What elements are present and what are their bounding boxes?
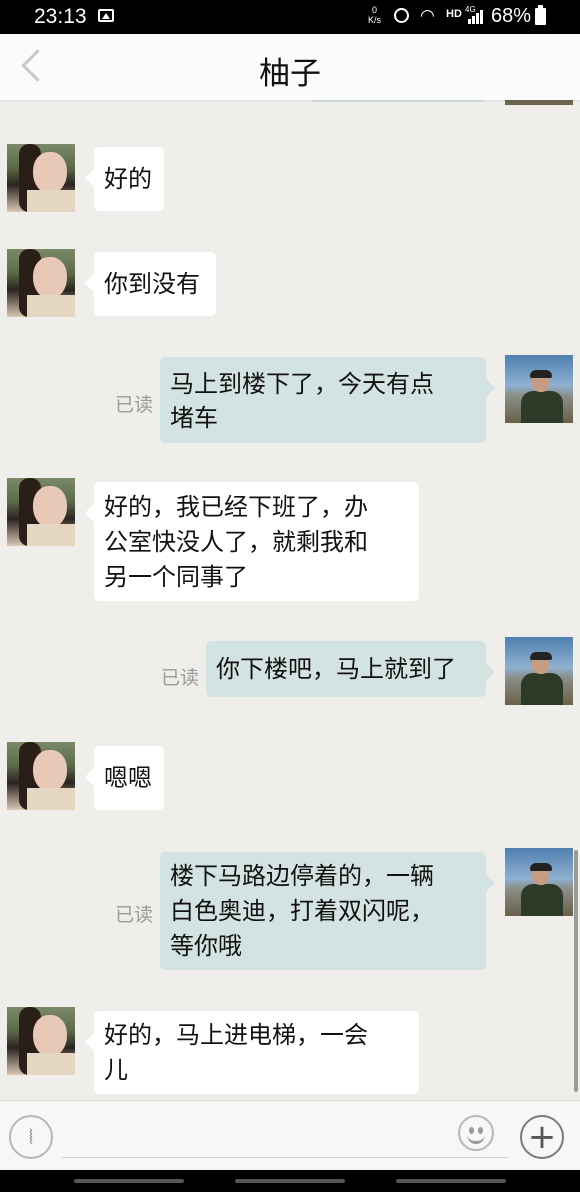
- my-avatar[interactable]: [505, 355, 573, 423]
- contact-avatar[interactable]: [7, 742, 75, 810]
- contact-avatar[interactable]: [7, 144, 75, 212]
- message-bubble-sent[interactable]: 楼下马路边停着的，一辆 白色奥迪，打着双闪呢， 等你哦: [160, 852, 495, 970]
- contact-avatar[interactable]: [7, 478, 75, 546]
- read-status: 已读: [161, 667, 200, 689]
- message-bubble-sent[interactable]: 你下楼吧，马上就到了: [206, 641, 495, 697]
- message-bubble-received[interactable]: 好的，马上进电梯，一会 儿: [85, 1011, 419, 1094]
- network-speed: 0 K/s: [368, 5, 381, 25]
- chat-header: 柚子: [0, 34, 580, 100]
- emoji-icon[interactable]: [458, 1115, 494, 1151]
- chat-title: 柚子: [259, 56, 321, 92]
- voice-input-icon[interactable]: ⦚: [9, 1115, 53, 1159]
- contact-avatar[interactable]: [7, 249, 75, 317]
- status-time: 23:13: [34, 5, 87, 28]
- read-status: 已读: [115, 904, 154, 926]
- message-bubble-received[interactable]: 好的，我已经下班了，办 公室快没人了，就剩我和 另一个同事了: [85, 482, 419, 601]
- message-bubble-sent[interactable]: 马上到楼下了，今天有点 堵车: [160, 357, 495, 443]
- status-bar: 23:13 0 K/s ◠ HD 4G 68%: [0, 0, 580, 34]
- message-bubble-received[interactable]: 嗯嗯: [85, 746, 164, 810]
- network-speed-unit: K/s: [368, 15, 382, 25]
- signal-icon: [468, 10, 484, 24]
- contact-avatar[interactable]: [7, 1007, 75, 1075]
- hd-label: HD: [446, 8, 462, 20]
- system-navigation-bar: [0, 1170, 580, 1192]
- scrollbar[interactable]: [574, 850, 578, 1092]
- message-input[interactable]: [62, 1157, 508, 1158]
- battery-percent: 68%: [491, 5, 532, 27]
- input-bar: ⦚ +: [0, 1100, 580, 1171]
- my-avatar[interactable]: [505, 848, 573, 916]
- alarm-icon: [394, 8, 409, 23]
- battery-icon: [535, 5, 546, 25]
- wifi-icon: ◠: [420, 6, 435, 25]
- network-speed-value: 0: [372, 5, 378, 15]
- read-status: 已读: [115, 394, 154, 416]
- plus-icon[interactable]: +: [520, 1115, 564, 1159]
- message-bubble-received[interactable]: 好的: [85, 147, 164, 211]
- my-avatar[interactable]: [505, 637, 573, 705]
- image-notification-icon: [98, 9, 114, 22]
- message-bubble-received[interactable]: 你到没有: [85, 252, 216, 316]
